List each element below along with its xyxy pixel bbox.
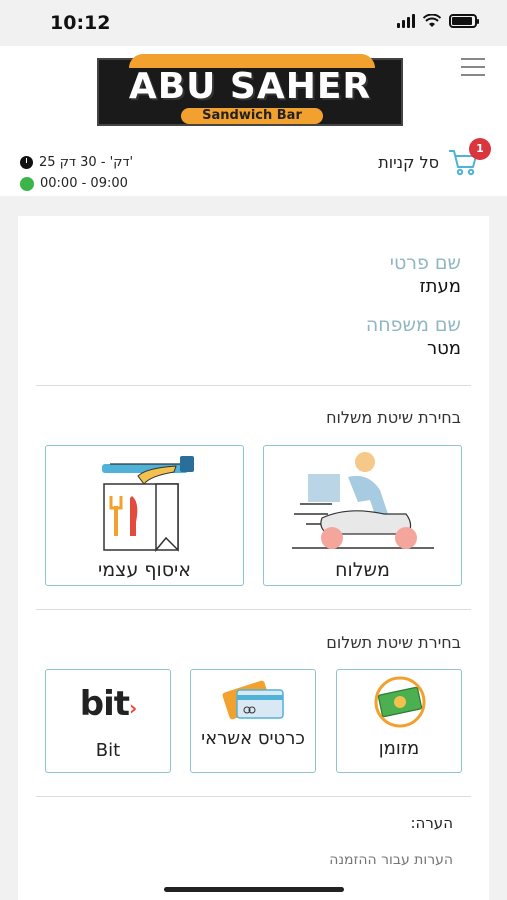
home-indicator[interactable]	[164, 887, 344, 892]
cart-button[interactable]: סל קניות 1	[378, 138, 491, 178]
status-bar: 10:12	[0, 0, 507, 46]
shopping-cart-icon[interactable]: 1	[447, 138, 491, 178]
cash-icon	[374, 676, 426, 728]
bit-option-label: Bit	[95, 740, 121, 761]
header: ABU SAHER Sandwich Bar 25 דק' - 30 דק' 0…	[0, 46, 507, 196]
cart-count-badge: 1	[469, 138, 491, 160]
self-pickup-option[interactable]: איסוף עצמי	[45, 445, 244, 586]
divider	[36, 796, 471, 797]
delivery-scooter-icon	[292, 452, 434, 549]
delivery-option[interactable]: משלוח	[263, 445, 462, 586]
store-hours: 25 דק' - 30 דק' 00:00 - 09:00	[20, 152, 133, 194]
bit-option[interactable]: bit› Bit	[45, 669, 171, 773]
divider	[36, 385, 471, 386]
hamburger-menu-icon[interactable]	[461, 58, 485, 76]
bit-logo-icon: bit›	[79, 684, 138, 724]
first-name-value[interactable]: מעתז	[419, 276, 461, 297]
logo-title: ABU SAHER	[128, 66, 372, 107]
self-pickup-option-label: איסוף עצמי	[98, 559, 191, 581]
restaurant-logo[interactable]: ABU SAHER Sandwich Bar	[97, 54, 403, 126]
delivery-option-label: משלוח	[335, 559, 390, 581]
bit-logo-text: bit	[79, 684, 130, 724]
status-icons	[397, 14, 479, 28]
credit-card-option-label: כרטיס אשראי	[201, 728, 305, 749]
shipping-method-title: בחירת שיטת משלוח	[326, 408, 461, 427]
open-status-dot	[20, 176, 34, 191]
signal-icon	[397, 14, 415, 28]
note-label: הערה:	[410, 814, 453, 832]
opening-hours: 00:00 - 09:00	[40, 176, 128, 191]
last-name-label: שם משפחה	[365, 314, 461, 336]
first-name-label: שם פרטי	[389, 252, 461, 274]
clock-icon	[20, 156, 33, 169]
battery-icon	[449, 14, 479, 28]
payment-method-title: בחירת שיטת תשלום	[326, 633, 461, 652]
takeaway-bag-icon	[102, 456, 194, 553]
cart-label: סל קניות	[378, 152, 439, 172]
wifi-icon	[423, 14, 441, 27]
last-name-value[interactable]: מטר	[427, 338, 461, 359]
note-input[interactable]	[54, 852, 453, 868]
cash-option[interactable]: מזומן	[336, 669, 462, 773]
delivery-time: 25 דק' - 30 דק'	[39, 155, 134, 170]
logo-subtitle: Sandwich Bar	[181, 108, 323, 124]
credit-card-option[interactable]: כרטיס אשראי	[190, 669, 316, 773]
status-time: 10:12	[50, 12, 111, 34]
checkout-form: שם פרטי מעתז שם משפחה מטר בחירת שיטת משל…	[18, 216, 489, 900]
divider	[36, 609, 471, 610]
cash-option-label: מזומן	[378, 738, 420, 759]
credit-card-icon	[222, 680, 284, 720]
